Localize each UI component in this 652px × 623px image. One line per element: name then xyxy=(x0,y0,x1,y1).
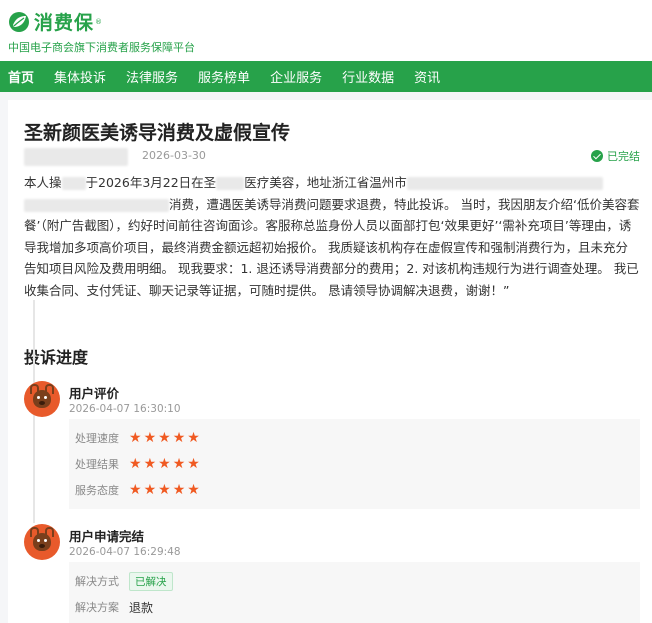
star-icon: ★ xyxy=(143,430,157,446)
redacted-address-2 xyxy=(24,198,169,212)
resolution-plan-label: 解决方案 xyxy=(75,601,119,614)
leaf-logo-icon xyxy=(8,11,30,33)
star-rating: ★ ★ ★ ★ ★ xyxy=(129,483,202,497)
nav-item-legal-service[interactable]: 法律服务 xyxy=(126,67,178,86)
site-logo[interactable]: 消费保 ® xyxy=(8,8,102,35)
star-rating: ★ ★ ★ ★ ★ xyxy=(129,431,202,445)
star-icon: ★ xyxy=(129,430,142,446)
author-redacted xyxy=(24,148,128,166)
timeline-heading: 用户申请完结 xyxy=(69,529,145,544)
nav-item-group-complaint[interactable]: 集体投诉 xyxy=(54,67,106,86)
check-circle-icon xyxy=(591,150,603,162)
body-text-4: 消费，遭遇医美诱导消费问题要求退费，特此投诉。 当时，我因朋友介绍‘低价美容套餐… xyxy=(24,196,640,298)
resolution-plan-value: 退款 xyxy=(129,600,154,615)
timeline-time: 2026-04-07 16:30:10 xyxy=(69,403,181,415)
brand-reg-mark: ® xyxy=(95,17,103,26)
star-icon: ★ xyxy=(172,430,186,446)
body-text-2: 于2026年3月22日在圣 xyxy=(85,175,217,190)
star-icon: ★ xyxy=(158,456,171,472)
rating-row-attitude: 服务态度 ★ ★ ★ ★ ★ xyxy=(75,477,634,503)
nav-item-industry-data[interactable]: 行业数据 xyxy=(342,67,394,86)
star-icon: ★ xyxy=(129,456,142,472)
resolution-box: 解决方式 已解决 解决方案 退款 xyxy=(69,562,640,623)
resolution-method-row: 解决方式 已解决 xyxy=(75,568,634,594)
complaint-body: 本人操 于2026年3月22日在圣 医疗美容，地址浙江省温州市 消费，遭遇医美诱导消… xyxy=(24,172,640,301)
star-icon: ★ xyxy=(172,482,186,498)
star-icon: ★ xyxy=(143,456,157,472)
timeline-time: 2026-04-07 16:29:48 xyxy=(69,546,181,558)
complaint-meta: 2026-03-30 已完结 xyxy=(24,146,644,166)
deer-avatar-icon xyxy=(24,524,60,560)
star-icon: ★ xyxy=(158,482,171,498)
resolution-method-tag: 已解决 xyxy=(129,571,173,591)
redacted-clinic xyxy=(216,177,245,190)
rating-label: 服务态度 xyxy=(75,484,119,497)
star-icon: ★ xyxy=(129,482,142,498)
rating-label: 处理结果 xyxy=(75,458,119,471)
status-badge: 已完结 xyxy=(591,148,640,164)
star-icon: ★ xyxy=(187,430,200,446)
rating-row-result: 处理结果 ★ ★ ★ ★ ★ xyxy=(75,451,634,477)
deer-avatar-icon xyxy=(24,381,60,417)
rating-row-speed: 处理速度 ★ ★ ★ ★ ★ xyxy=(75,425,634,451)
brand-tagline: 中国电子商会旗下消费者服务保障平台 xyxy=(8,41,195,54)
star-icon: ★ xyxy=(172,456,186,472)
main-nav: 首页 集体投诉 法律服务 服务榜单 企业服务 行业数据 资讯 xyxy=(0,61,652,92)
star-icon: ★ xyxy=(158,430,171,446)
nav-item-service-ranking[interactable]: 服务榜单 xyxy=(198,67,250,86)
site-header: 消费保 ® 中国电子商会旗下消费者服务保障平台 xyxy=(0,0,652,61)
complaint-date: 2026-03-30 xyxy=(142,149,206,162)
nav-item-enterprise-service[interactable]: 企业服务 xyxy=(270,67,322,86)
resolution-method-label: 解决方式 xyxy=(75,575,119,588)
star-icon: ★ xyxy=(143,482,157,498)
body-text-3: 医疗美容，地址浙江省温州市 xyxy=(244,175,407,190)
brand-name: 消费保 xyxy=(34,12,95,34)
nav-item-news[interactable]: 资讯 xyxy=(414,67,440,86)
star-rating: ★ ★ ★ ★ ★ xyxy=(129,457,202,471)
timeline-heading: 用户评价 xyxy=(69,386,120,401)
status-label: 已完结 xyxy=(607,150,640,163)
resolution-plan-row: 解决方案 退款 xyxy=(75,594,634,620)
star-icon: ★ xyxy=(187,456,200,472)
rating-box: 处理速度 ★ ★ ★ ★ ★ 处理结果 ★ ★ ★ ★ ★ 服务态度 ★ ★ ★ ★ ★ xyxy=(69,419,640,509)
body-text-1: 本人操 xyxy=(24,175,62,190)
redacted-address xyxy=(406,177,603,190)
redacted-name xyxy=(61,177,86,190)
complaint-title: 圣新颜医美诱导消费及虚假宣传 xyxy=(24,122,291,144)
star-icon: ★ xyxy=(187,482,200,498)
nav-item-home[interactable]: 首页 xyxy=(8,67,34,86)
rating-label: 处理速度 xyxy=(75,432,119,445)
